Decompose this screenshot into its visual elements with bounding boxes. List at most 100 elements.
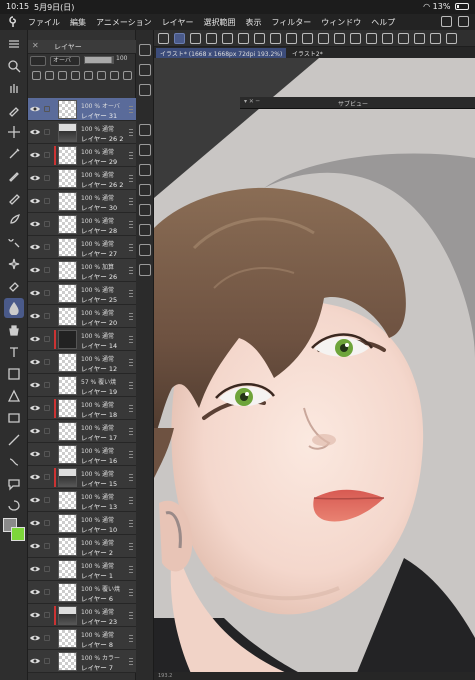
eye-icon[interactable] (30, 450, 40, 458)
menu-item[interactable]: ヘルプ (371, 17, 395, 28)
layer-menu-icon[interactable] (129, 221, 133, 228)
app-logo-icon[interactable] (6, 15, 20, 29)
layer-row[interactable]: 57 % 覆い焼 レイヤー 19 (28, 374, 136, 397)
new-folder-icon[interactable] (58, 71, 67, 80)
layer-row[interactable]: 100 % 通常 レイヤー 25 (28, 282, 136, 305)
tool-move-button[interactable] (4, 122, 24, 142)
layer-menu-icon[interactable] (129, 336, 133, 343)
layer-row[interactable]: 100 % 通常 レイヤー 8 (28, 627, 136, 650)
layer-lock-toggle[interactable] (44, 405, 50, 411)
layer-row[interactable]: 100 % 通常 レイヤー 13 (28, 489, 136, 512)
layer-lock-toggle[interactable] (44, 313, 50, 319)
layer-row[interactable]: 100 % 通常 レイヤー 29 (28, 144, 136, 167)
layer-menu-icon[interactable] (129, 382, 133, 389)
tool-correction-button[interactable] (4, 452, 24, 472)
layer-lock-toggle[interactable] (44, 497, 50, 503)
layer-row[interactable]: 100 % 通常 レイヤー 17 (28, 420, 136, 443)
layer-type-select[interactable] (30, 56, 46, 66)
layer-menu-icon[interactable] (129, 658, 133, 665)
redo-icon[interactable] (318, 33, 329, 44)
layer-menu-icon[interactable] (129, 244, 133, 251)
layer-lock-toggle[interactable] (44, 566, 50, 572)
menu-item[interactable]: 編集 (70, 17, 86, 28)
menu-item[interactable]: ファイル (28, 17, 60, 28)
layer-lock-toggle[interactable] (44, 428, 50, 434)
eye-icon[interactable] (30, 496, 40, 504)
tool-balloon-button[interactable] (4, 474, 24, 494)
layer-row[interactable]: 100 % 通常 レイヤー 15 (28, 466, 136, 489)
layer-menu-icon[interactable] (129, 589, 133, 596)
navigator-icon[interactable] (139, 144, 151, 156)
opacity-slider[interactable] (84, 56, 114, 64)
transform-icon[interactable] (206, 33, 217, 44)
tool-zoom-button[interactable] (4, 56, 24, 76)
eye-icon[interactable] (30, 105, 40, 113)
layer-row[interactable]: 100 % 通常 レイヤー 28 (28, 213, 136, 236)
layer-lock-toggle[interactable] (44, 152, 50, 158)
layer-menu-icon[interactable] (129, 198, 133, 205)
layer-menu-icon[interactable] (129, 152, 133, 159)
eye-icon[interactable] (30, 542, 40, 550)
layer-row[interactable]: 100 % 通常 レイヤー 26 2 (28, 121, 136, 144)
tool-property-icon[interactable] (139, 64, 151, 76)
layer-lock-toggle[interactable] (44, 221, 50, 227)
layer-menu-icon[interactable] (129, 313, 133, 320)
tool-eraser-button[interactable] (4, 276, 24, 296)
layer-row[interactable]: 100 % 通常 レイヤー 23 (28, 604, 136, 627)
tool-ruler-button[interactable] (4, 430, 24, 450)
copy-icon[interactable] (366, 33, 377, 44)
layer-row[interactable]: 100 % 通常 レイヤー 16 (28, 443, 136, 466)
tool-hand-button[interactable] (4, 78, 24, 98)
eye-icon[interactable] (30, 473, 40, 481)
tool-pencil-button[interactable] (4, 188, 24, 208)
layer-menu-icon[interactable] (129, 129, 133, 136)
layer-menu-icon[interactable] (129, 635, 133, 642)
menu-item[interactable]: ウィンドウ (321, 17, 361, 28)
eye-icon[interactable] (30, 404, 40, 412)
document-tab[interactable]: イラスト* (1668 x 1668px 72dpi 193.2%) (156, 48, 287, 58)
layer-row[interactable]: 100 % 加算 レイヤー 26 (28, 259, 136, 282)
eye-icon[interactable] (30, 565, 40, 573)
fit-icon[interactable] (446, 33, 457, 44)
layer-menu-icon[interactable] (129, 474, 133, 481)
layer-lock-toggle[interactable] (44, 658, 50, 664)
subview-close-icon[interactable]: ▾ ✕ ─ (244, 98, 259, 105)
mask-icon[interactable] (97, 71, 106, 80)
pen-pressure-icon[interactable] (174, 33, 185, 44)
eye-icon[interactable] (30, 335, 40, 343)
sub-tool-icon[interactable] (139, 264, 151, 276)
invert-icon[interactable] (414, 33, 425, 44)
new-raster-layer-icon[interactable] (32, 71, 41, 80)
layer-lock-toggle[interactable] (44, 382, 50, 388)
tool-text-button[interactable] (4, 342, 24, 362)
layer-lock-toggle[interactable] (44, 589, 50, 595)
tool-frame-button[interactable] (4, 408, 24, 428)
layer-lock-toggle[interactable] (44, 612, 50, 618)
layer-row[interactable]: 100 % 通常 レイヤー 20 (28, 305, 136, 328)
horizontal-scrollbar[interactable]: 193.2 (154, 672, 475, 680)
layer-row[interactable]: 100 % カラー レイヤー 7 (28, 650, 136, 673)
tool-fill-button[interactable] (4, 320, 24, 340)
layer-row[interactable]: 100 % 通常 レイヤー 1 (28, 558, 136, 581)
tool-airbrush-button[interactable] (4, 232, 24, 252)
layer-row[interactable]: 100 % 通常 レイヤー 30 (28, 190, 136, 213)
material-icon[interactable] (139, 184, 151, 196)
eye-icon[interactable] (30, 611, 40, 619)
layer-row[interactable]: 100 % 通常 レイヤー 27 (28, 236, 136, 259)
canvas-area[interactable] (154, 58, 475, 680)
menu-item[interactable]: アニメーション (96, 17, 152, 28)
layer-property-icon[interactable] (139, 164, 151, 176)
quick-access-icon[interactable] (139, 244, 151, 256)
delete-layer-icon[interactable] (123, 71, 132, 80)
layer-menu-icon[interactable] (129, 520, 133, 527)
layer-row[interactable]: 100 % 通常 レイヤー 12 (28, 351, 136, 374)
tool-brush-button[interactable] (4, 210, 24, 230)
layer-menu-icon[interactable] (129, 543, 133, 550)
menu-item[interactable]: レイヤー (162, 17, 194, 28)
layer-menu-icon[interactable] (129, 566, 133, 573)
layer-panel-tab[interactable]: ✕ レイヤー (28, 40, 136, 54)
layer-menu-icon[interactable] (129, 175, 133, 182)
undo-icon[interactable] (302, 33, 313, 44)
eye-icon[interactable] (30, 266, 40, 274)
layer-menu-icon[interactable] (129, 290, 133, 297)
